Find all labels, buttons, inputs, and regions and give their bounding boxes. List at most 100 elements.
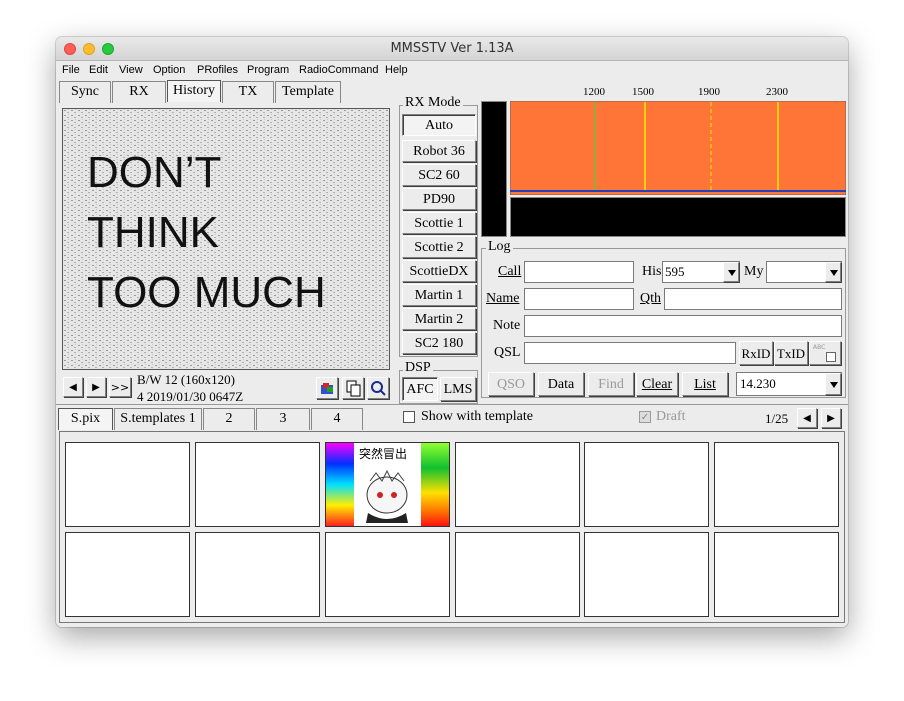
menu-option[interactable]: Option [153,64,185,76]
abc-button[interactable]: ABC [809,341,841,365]
tab-history[interactable]: History [167,80,221,102]
history-image: DON’T THINK TOO MUCH [63,109,389,369]
menu-program[interactable]: Program [247,64,289,76]
page-next-button[interactable]: ▶ [821,408,841,428]
spectrum-display[interactable] [510,101,846,195]
tab-sync[interactable]: Sync [59,81,111,103]
lms-toggle[interactable]: LMS [440,377,476,401]
gallery-slot[interactable] [584,532,709,617]
prev-image-button[interactable]: ◀ [63,377,83,397]
rxid-button[interactable]: RxID [739,341,773,365]
gallery-slot[interactable] [195,532,320,617]
mode-scottiedx-button[interactable]: ScottieDX [402,260,476,282]
fast-forward-button[interactable]: >> [109,377,131,397]
image-info-mode: B/W 12 (160x120) [137,372,235,387]
mode-auto-button[interactable]: Auto [402,114,476,136]
menu-help[interactable]: Help [385,64,408,76]
qth-field[interactable] [664,288,842,310]
call-label: Call [498,264,522,279]
gallery-slot[interactable] [65,532,190,617]
history-image-frame: DON’T THINK TOO MUCH [62,108,390,370]
freq-tick-label: 2300 [766,86,788,98]
tab-page-3[interactable]: 3 [256,408,310,430]
his-value: 595 [665,264,685,279]
abc-box-icon [826,352,836,362]
menu-view[interactable]: View [119,64,143,76]
clear-button[interactable]: Clear [636,372,678,396]
color-adjust-icon[interactable] [316,377,338,399]
next-image-button[interactable]: ▶ [86,377,106,397]
image-text-line: DON’T [87,148,221,197]
mode-scottie2-button[interactable]: Scottie 2 [402,236,476,258]
find-button[interactable]: Find [588,372,634,396]
menu-radiocommand[interactable]: RadioCommand [299,64,378,76]
qsl-field[interactable] [524,342,736,364]
freq-tick-label: 1900 [698,86,720,98]
menu-edit[interactable]: Edit [89,64,108,76]
data-button[interactable]: Data [538,372,584,396]
gallery-slot[interactable] [65,442,190,527]
gallery-slot[interactable] [714,532,839,617]
color-adjust-icon-glyph [321,383,333,394]
his-select[interactable]: 595 [662,261,740,283]
freq-tick-label: 1200 [583,86,605,98]
show-template-checkbox[interactable] [403,411,415,423]
copy-icon[interactable] [342,377,364,399]
my-dropdown-button[interactable] [825,262,841,282]
mode-scottie1-button[interactable]: Scottie 1 [402,212,476,234]
tab-page-2[interactable]: 2 [203,408,255,430]
his-dropdown-button[interactable] [723,262,739,282]
mode-sc2-60-button[interactable]: SC2 60 [402,164,476,186]
show-template-label: Show with template [421,409,533,424]
menu-bar: File Edit View Option PRofiles Program R… [56,62,848,80]
frequency-select[interactable]: 14.230 [736,372,842,396]
call-field[interactable] [524,261,634,283]
gallery-slot-thumbnail[interactable]: 突然冒出 [325,442,450,527]
freq-tick-label: 1500 [632,86,654,98]
his-label: His [642,264,662,279]
log-title: Log [486,239,513,255]
menu-file[interactable]: File [62,64,80,76]
mode-robot36-button[interactable]: Robot 36 [402,140,476,162]
magnify-icon[interactable] [367,377,389,399]
rx-mode-title: RX Mode [403,95,463,111]
qth-label: Qth [640,291,661,306]
gallery-slot[interactable] [584,442,709,527]
afc-toggle[interactable]: AFC [402,377,438,401]
gallery-slot[interactable] [195,442,320,527]
copy-icon-glyph [346,380,361,397]
page-prev-button[interactable]: ◀ [797,408,817,428]
gallery-slot[interactable] [714,442,839,527]
tab-page-4[interactable]: 4 [311,408,363,430]
draft-checkbox[interactable]: ✓ [639,411,651,423]
gallery-slot[interactable] [455,442,580,527]
my-select[interactable] [766,261,842,283]
list-button[interactable]: List [682,372,728,396]
gallery-slot[interactable] [455,532,580,617]
frequency-dropdown-button[interactable] [825,373,841,395]
gallery-slot[interactable] [325,532,450,617]
note-field[interactable] [524,315,842,337]
divider [56,404,848,405]
txid-button[interactable]: TxID [774,341,808,365]
window-title: MMSSTV Ver 1.13A [390,41,514,56]
name-label: Name [486,291,520,306]
tab-s-pix[interactable]: S.pix [58,408,113,430]
mode-martin1-button[interactable]: Martin 1 [402,284,476,306]
mode-sc2-180-button[interactable]: SC2 180 [402,332,476,354]
name-field[interactable] [524,288,634,310]
tab-template[interactable]: Template [275,81,341,103]
tab-s-templates-1[interactable]: S.templates 1 [114,408,202,430]
waterfall-display[interactable] [510,197,846,237]
draft-label: Draft [656,409,686,424]
tab-tx[interactable]: TX [222,81,274,103]
mode-pd90-button[interactable]: PD90 [402,188,476,210]
tab-rx[interactable]: RX [112,81,166,103]
level-meter [481,101,507,237]
mode-martin2-button[interactable]: Martin 2 [402,308,476,330]
menu-profiles[interactable]: PRofiles [197,64,238,76]
frequency-value: 14.230 [740,376,776,391]
qsl-label: QSL [494,345,521,360]
qso-button[interactable]: QSO [488,372,534,396]
title-bar: MMSSTV Ver 1.13A [56,37,848,61]
